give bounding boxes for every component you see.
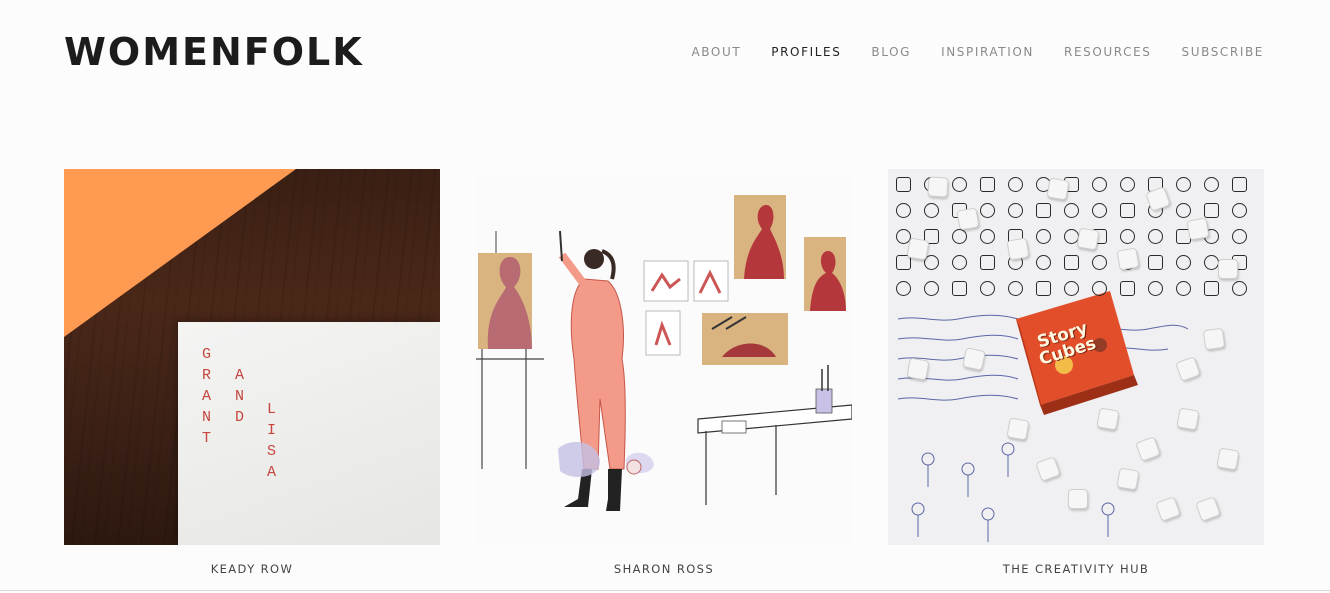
printed-icon bbox=[952, 229, 967, 244]
printed-icon bbox=[1148, 281, 1163, 296]
profile-image-creativity-hub[interactable]: Story Cubes bbox=[888, 169, 1264, 545]
card-word-grant: G R A N T bbox=[202, 346, 212, 447]
profile-card-creativity-hub: Story Cubes THE CREATIVITY HUB bbox=[888, 169, 1264, 576]
profile-caption-sharon-ross[interactable]: SHARON ROSS bbox=[476, 562, 852, 576]
nav-profiles[interactable]: PROFILES bbox=[771, 45, 841, 59]
printed-icon bbox=[1204, 203, 1219, 218]
printed-icon bbox=[952, 177, 967, 192]
printed-icon bbox=[1232, 203, 1247, 218]
printed-icon bbox=[1036, 203, 1051, 218]
printed-icon bbox=[924, 281, 939, 296]
profile-image-keady-row[interactable]: G R A N T A N D L I S A bbox=[64, 169, 440, 545]
story-die bbox=[906, 357, 930, 381]
story-die bbox=[1116, 247, 1140, 271]
story-die bbox=[1006, 237, 1030, 261]
story-die bbox=[1202, 327, 1226, 351]
printed-icon bbox=[1176, 255, 1191, 270]
printed-icon bbox=[1120, 229, 1135, 244]
printed-icon bbox=[1092, 281, 1107, 296]
printed-icon bbox=[1008, 177, 1023, 192]
printed-icon bbox=[952, 255, 967, 270]
printed-icon bbox=[1120, 281, 1135, 296]
story-die bbox=[956, 207, 980, 231]
printed-icon bbox=[1064, 255, 1079, 270]
story-die bbox=[1006, 417, 1030, 441]
printed-icon bbox=[1148, 255, 1163, 270]
printed-icon bbox=[1204, 177, 1219, 192]
printed-icon bbox=[1036, 229, 1051, 244]
card-word-lisa: L I S A bbox=[267, 401, 277, 481]
printed-icon bbox=[896, 177, 911, 192]
printed-icon bbox=[1176, 281, 1191, 296]
main-nav: ABOUT PROFILES BLOG INSPIRATION RESOURCE… bbox=[691, 45, 1264, 59]
story-die bbox=[1186, 217, 1210, 241]
printed-icon bbox=[1008, 203, 1023, 218]
story-die bbox=[1176, 407, 1200, 431]
printed-icon bbox=[1204, 255, 1219, 270]
printed-icon bbox=[1064, 203, 1079, 218]
printed-icon bbox=[980, 229, 995, 244]
story-die bbox=[1216, 447, 1240, 471]
printed-icon bbox=[896, 281, 911, 296]
printed-icon bbox=[980, 255, 995, 270]
printed-icon bbox=[1176, 177, 1191, 192]
artist-studio-illustration bbox=[476, 169, 852, 545]
stationery-card: G R A N T A N D L I S A bbox=[178, 322, 440, 545]
printed-icon bbox=[1120, 177, 1135, 192]
story-die bbox=[1046, 177, 1070, 201]
profile-card-sharon-ross: SHARON ROSS bbox=[476, 169, 852, 576]
printed-icon bbox=[1092, 255, 1107, 270]
site-logo[interactable]: WOMENFOLK bbox=[64, 30, 364, 74]
printed-icon bbox=[980, 177, 995, 192]
printed-icon bbox=[952, 281, 967, 296]
bottom-divider bbox=[0, 590, 1330, 591]
printed-icon bbox=[896, 203, 911, 218]
printed-icon bbox=[924, 203, 939, 218]
printed-icon bbox=[1064, 281, 1079, 296]
story-die bbox=[927, 176, 949, 198]
nav-inspiration[interactable]: INSPIRATION bbox=[941, 45, 1034, 59]
story-die bbox=[1076, 227, 1100, 251]
printed-icon bbox=[1092, 177, 1107, 192]
printed-icon bbox=[1148, 229, 1163, 244]
nav-blog[interactable]: BLOG bbox=[871, 45, 911, 59]
printed-icon bbox=[1176, 203, 1191, 218]
story-die bbox=[1116, 467, 1140, 491]
profile-card-keady-row: G R A N T A N D L I S A KEADY ROW bbox=[64, 169, 440, 576]
printed-icon bbox=[1232, 177, 1247, 192]
profile-image-sharon-ross[interactable] bbox=[476, 169, 852, 545]
printed-icon bbox=[1232, 281, 1247, 296]
profile-caption-creativity-hub[interactable]: THE CREATIVITY HUB bbox=[888, 562, 1264, 576]
printed-icon bbox=[1232, 229, 1247, 244]
printed-icon bbox=[1120, 203, 1135, 218]
story-die bbox=[1218, 259, 1238, 279]
story-die bbox=[962, 347, 986, 371]
card-word-and: A N D bbox=[235, 367, 245, 426]
printed-icon bbox=[1036, 255, 1051, 270]
printed-icon bbox=[1036, 281, 1051, 296]
nav-resources[interactable]: RESOURCES bbox=[1064, 45, 1151, 59]
printed-icon bbox=[1204, 281, 1219, 296]
nav-subscribe[interactable]: SUBSCRIBE bbox=[1181, 45, 1264, 59]
nav-about[interactable]: ABOUT bbox=[691, 45, 741, 59]
profile-caption-keady-row[interactable]: KEADY ROW bbox=[64, 562, 440, 576]
printed-icon bbox=[980, 281, 995, 296]
story-die bbox=[1096, 407, 1120, 431]
story-cubes-photo: Story Cubes bbox=[888, 169, 1264, 545]
story-die bbox=[1068, 489, 1088, 509]
printed-icon bbox=[1008, 281, 1023, 296]
printed-icon bbox=[980, 203, 995, 218]
printed-icon bbox=[1092, 203, 1107, 218]
story-die bbox=[906, 237, 930, 261]
